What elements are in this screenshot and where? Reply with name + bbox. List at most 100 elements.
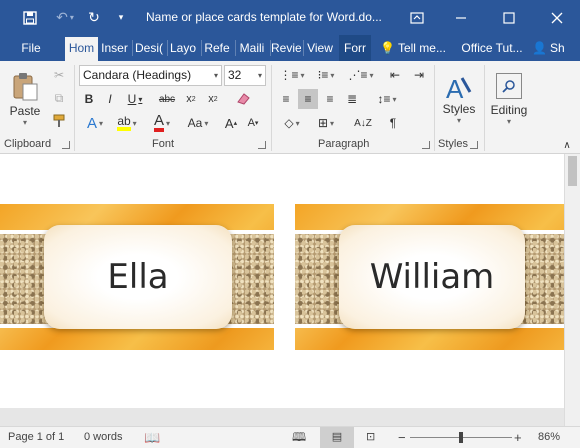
shrink-font-icon[interactable]: A ▾ (244, 113, 262, 133)
card-name[interactable]: William (339, 225, 525, 329)
format-painter-icon[interactable] (48, 111, 70, 131)
font-name-value: Candara (Headings) (83, 68, 192, 82)
minimize-icon[interactable] (446, 0, 476, 35)
change-case-icon[interactable]: Aa ▾ (182, 113, 214, 133)
styles-icon: A (446, 74, 472, 102)
subscript-button[interactable]: x2 (181, 89, 201, 109)
align-left-icon[interactable]: ≡ (276, 89, 296, 109)
find-icon (496, 72, 522, 99)
read-mode-icon[interactable]: 🕮 (292, 427, 306, 448)
ribbon: Paste ▾ ✂ ⧉ Clipboard Candara (Headings)… (0, 61, 580, 154)
document-area: Ella William (0, 154, 580, 426)
paragraph-launcher-icon[interactable] (422, 141, 430, 149)
line-spacing-icon[interactable]: ↕≡ ▾ (370, 89, 404, 109)
lightbulb-icon: 💡 (380, 41, 395, 55)
tab-layout[interactable]: Layo (168, 35, 198, 61)
clipboard-group-label: Clipboard (4, 138, 52, 150)
document-page[interactable]: Ella William (0, 154, 564, 408)
clipboard-launcher-icon[interactable] (62, 141, 70, 149)
tab-home[interactable]: Hom (65, 37, 98, 61)
zoom-out-icon[interactable]: − (398, 427, 406, 448)
undo-icon[interactable]: ↶ ▾ (50, 0, 80, 35)
styles-button[interactable]: A Styles ▾ (438, 65, 480, 133)
tab-design[interactable]: Desi( (133, 35, 165, 61)
tell-me-search[interactable]: 💡 Tell me... (380, 35, 452, 61)
paragraph-group-label: Paragraph (318, 138, 370, 150)
decrease-indent-icon[interactable]: ⇤ (384, 65, 406, 85)
clear-formatting-icon[interactable] (232, 89, 254, 109)
align-right-icon[interactable]: ≡ (320, 89, 340, 109)
proofing-icon[interactable]: 📖 (144, 427, 160, 448)
customize-qat-icon[interactable]: ▾ (114, 0, 128, 35)
tab-mailings[interactable]: Maili (236, 35, 268, 61)
styles-label: Styles (442, 101, 476, 116)
maximize-icon[interactable] (494, 0, 524, 35)
status-bar: Page 1 of 1 0 words 📖 🕮 ▤ ⊡ − + 86% (0, 426, 580, 448)
shading-icon[interactable]: ◇ ▾ (276, 113, 308, 133)
font-group-label: Font (152, 138, 175, 150)
save-icon[interactable] (18, 0, 42, 35)
tab-view[interactable]: View (304, 35, 336, 61)
vertical-scrollbar[interactable] (564, 154, 580, 426)
superscript-button[interactable]: x2 (203, 89, 223, 109)
align-center-icon[interactable]: ≡ (298, 89, 318, 109)
underline-button[interactable]: U ▾ (122, 89, 148, 109)
borders-icon[interactable]: ⊞ ▾ (310, 113, 342, 133)
web-layout-icon[interactable]: ⊡ (366, 427, 375, 448)
zoom-slider-thumb[interactable] (459, 432, 463, 443)
paste-label: Paste (9, 103, 41, 118)
person-icon: 👤 (532, 41, 547, 55)
bullets-icon[interactable]: ⋮≡ ▾ (276, 65, 308, 85)
tab-review[interactable]: Revie (271, 35, 301, 61)
bold-button[interactable]: B (80, 89, 98, 109)
italic-button[interactable]: I (101, 89, 119, 109)
share-button[interactable]: 👤 Sh (532, 35, 580, 61)
place-card[interactable]: William (295, 204, 564, 350)
paste-button[interactable]: Paste ▾ (4, 65, 46, 133)
close-icon[interactable] (540, 0, 574, 35)
zoom-level[interactable]: 86% (538, 427, 560, 448)
tab-references[interactable]: Refe (202, 35, 232, 61)
document-title: Name or place cards template for Word.do… (146, 10, 382, 24)
tab-file[interactable]: File (10, 35, 52, 61)
share-label: Sh (549, 41, 565, 55)
strikethrough-button[interactable]: abc (156, 89, 178, 109)
styles-launcher-icon[interactable] (470, 141, 478, 149)
page-count[interactable]: Page 1 of 1 (8, 427, 64, 448)
multilevel-list-icon[interactable]: ⋰≡ ▾ (344, 65, 378, 85)
redo-icon[interactable]: ↻ (84, 0, 104, 35)
font-color-icon[interactable]: A ▾ (146, 113, 178, 133)
ribbon-tabs: File Hom Inser Desi( Layo Refe Maili Rev… (0, 35, 580, 61)
tab-insert[interactable]: Inser (99, 35, 130, 61)
account-name[interactable]: Office Tut... (458, 35, 526, 61)
collapse-ribbon-icon[interactable]: ∧ (560, 139, 574, 151)
increase-indent-icon[interactable]: ⇥ (408, 65, 430, 85)
font-launcher-icon[interactable] (258, 141, 266, 149)
card-name[interactable]: Ella (44, 225, 232, 329)
highlight-icon[interactable]: ab ▾ (112, 113, 142, 133)
word-count[interactable]: 0 words (84, 427, 123, 448)
font-name-combo[interactable]: Candara (Headings) ▾ (79, 65, 222, 86)
zoom-slider[interactable] (410, 427, 512, 448)
cut-icon[interactable]: ✂ (48, 65, 70, 85)
scrollbar-thumb[interactable] (568, 156, 577, 186)
justify-icon[interactable]: ≣ (342, 89, 362, 109)
show-formatting-marks-icon[interactable]: ¶ (382, 113, 404, 133)
grow-font-icon[interactable]: A ▴ (222, 113, 240, 133)
paste-icon (13, 72, 38, 100)
place-card[interactable]: Ella (0, 204, 274, 350)
ribbon-display-options-icon[interactable] (402, 0, 432, 35)
font-size-value: 32 (228, 68, 242, 82)
font-size-combo[interactable]: 32 ▾ (224, 65, 266, 86)
tab-format[interactable]: Forr (339, 35, 371, 61)
print-layout-icon[interactable]: ▤ (320, 427, 354, 448)
svg-text:A: A (446, 74, 464, 102)
editing-button[interactable]: Editing ▾ (488, 65, 530, 133)
styles-group-label: Styles (438, 138, 468, 150)
copy-icon[interactable]: ⧉ (48, 88, 70, 108)
editing-label: Editing (490, 102, 528, 117)
numbering-icon[interactable]: ⁝≡ ▾ (310, 65, 342, 85)
text-effects-icon[interactable]: A ▾ (80, 113, 110, 133)
sort-icon[interactable]: A↓Z (352, 113, 374, 133)
zoom-in-icon[interactable]: + (514, 427, 522, 448)
